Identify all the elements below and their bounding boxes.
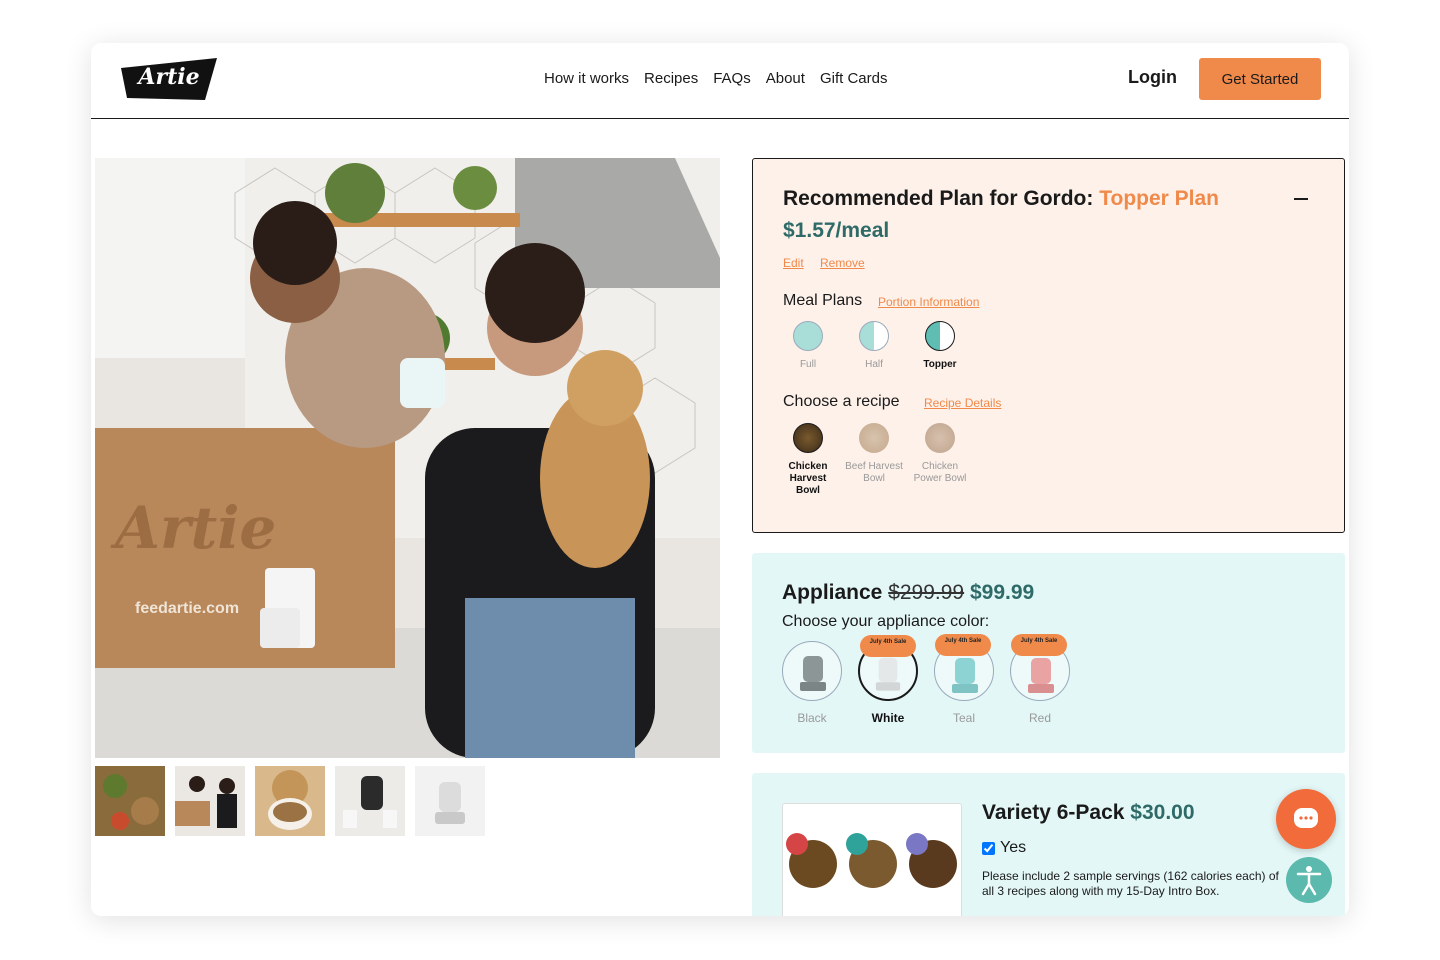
sale-badge: July 4th Sale — [860, 635, 916, 657]
meal-option-half[interactable]: Half — [849, 321, 899, 371]
variety-pack-card: Variety 6-Pack $30.00 Yes Please include… — [752, 773, 1345, 916]
variety-pack-image — [782, 803, 962, 916]
sale-badge: July 4th Sale — [935, 634, 991, 656]
meal-plans-label: Meal Plans — [783, 292, 863, 309]
chicken-harvest-icon — [793, 423, 823, 453]
variety-checkbox-label: Yes — [1000, 839, 1027, 856]
color-option-teal[interactable]: July 4th Sale Teal — [933, 634, 995, 725]
recipe-details-link[interactable]: Recipe Details — [924, 396, 1001, 410]
recommended-plan-card: Recommended Plan for Gordo: Topper Plan … — [752, 158, 1345, 533]
plan-title-accent: Topper Plan — [1099, 187, 1220, 210]
logo-text: Artie — [138, 64, 200, 90]
variety-price: $30.00 — [1130, 801, 1195, 824]
chat-icon — [1294, 808, 1318, 828]
teal-appliance-icon: July 4th Sale — [934, 634, 994, 701]
meal-option-label: Topper — [923, 359, 957, 370]
artie-logo[interactable]: Artie — [121, 58, 217, 100]
variety-description: Please include 2 sample servings (162 ca… — [982, 869, 1279, 898]
plan-title: Recommended Plan for Gordo: Topper Plan — [783, 187, 1219, 211]
variety-title: Variety 6-Pack $30.00 — [982, 801, 1195, 825]
nav-about[interactable]: About — [766, 70, 805, 87]
color-label: White — [871, 711, 905, 725]
appliance-title-text: Appliance — [782, 581, 883, 604]
beef-harvest-icon — [859, 423, 889, 453]
svg-text:feedartie.com: feedartie.com — [135, 600, 239, 617]
main-nav: How it works Recipes FAQs About Gift Car… — [544, 70, 887, 87]
thumbnail-dog-bowl[interactable] — [255, 766, 325, 836]
appliance-card: Appliance $299.99 $99.99 Choose your app… — [752, 553, 1345, 753]
login-link[interactable]: Login — [1128, 67, 1177, 88]
thumbnail-couple[interactable] — [175, 766, 245, 836]
nav-gift-cards[interactable]: Gift Cards — [820, 70, 888, 87]
thumbnail-food[interactable] — [95, 766, 165, 836]
full-plan-icon — [793, 321, 823, 351]
sale-badge: July 4th Sale — [1011, 634, 1067, 656]
recipe-option-beef-harvest[interactable]: Beef Harvest Bowl — [844, 423, 904, 485]
recipe-option-label: Chicken Power Bowl — [913, 461, 967, 484]
black-appliance-icon — [782, 641, 842, 701]
minus-icon[interactable] — [1293, 183, 1309, 214]
edit-link[interactable]: Edit — [783, 256, 804, 270]
nav-how-it-works[interactable]: How it works — [544, 70, 629, 87]
red-appliance-icon: July 4th Sale — [1010, 634, 1070, 701]
plan-price: $1.57/meal — [783, 219, 890, 242]
half-plan-icon — [859, 321, 889, 351]
thumbnail-strip — [95, 766, 485, 836]
color-label: Black — [797, 711, 827, 725]
appliance-color-prompt: Choose your appliance color: — [782, 613, 990, 630]
choose-recipe-label: Choose a recipe — [783, 393, 900, 410]
color-option-red[interactable]: July 4th Sale Red — [1009, 634, 1071, 725]
browser-window: Artie How it works Recipes FAQs About Gi… — [91, 43, 1349, 916]
nav-faqs[interactable]: FAQs — [713, 70, 751, 87]
recipe-option-label: Chicken Harvest Bowl — [788, 461, 828, 496]
svg-text:Artie: Artie — [110, 494, 276, 562]
variety-checkbox[interactable] — [982, 841, 995, 855]
site-header: Artie How it works Recipes FAQs About Gi… — [91, 43, 1349, 119]
appliance-new-price: $99.99 — [969, 581, 1035, 604]
recipe-option-label: Beef Harvest Bowl — [845, 461, 903, 484]
variety-title-text: Variety 6-Pack — [982, 801, 1125, 824]
accessibility-icon — [1296, 866, 1322, 896]
color-option-black[interactable]: Black — [781, 641, 843, 725]
topper-plan-icon — [925, 321, 955, 351]
color-label: Red — [1028, 711, 1051, 725]
variety-yes-option[interactable]: Yes — [982, 839, 1026, 857]
thumbnail-appliance[interactable] — [415, 766, 485, 836]
chicken-power-icon — [925, 423, 955, 453]
remove-link[interactable]: Remove — [820, 256, 865, 270]
appliance-title: Appliance $299.99 $99.99 — [782, 581, 1034, 605]
portion-information-link[interactable]: Portion Information — [878, 295, 979, 309]
nav-recipes[interactable]: Recipes — [644, 70, 698, 87]
hero-image: Artie feedartie.com — [95, 158, 720, 758]
recipe-option-chicken-harvest[interactable]: Chicken Harvest Bowl — [778, 423, 838, 497]
plan-title-prefix: Recommended Plan for Gordo: — [783, 187, 1094, 210]
thumbnail-appliance-cups[interactable] — [335, 766, 405, 836]
white-appliance-icon: July 4th Sale — [858, 635, 918, 701]
meal-option-label: Half — [865, 359, 883, 370]
color-label: Teal — [952, 711, 975, 725]
meal-option-label: Full — [799, 359, 817, 370]
meal-option-topper[interactable]: Topper — [915, 321, 965, 371]
accessibility-button[interactable] — [1286, 857, 1332, 903]
meal-option-full[interactable]: Full — [783, 321, 833, 371]
recipe-option-chicken-power[interactable]: Chicken Power Bowl — [910, 423, 970, 485]
appliance-old-price: $299.99 — [888, 581, 965, 604]
get-started-button[interactable]: Get Started — [1199, 58, 1321, 100]
chat-button[interactable] — [1276, 789, 1336, 849]
color-option-white[interactable]: July 4th Sale White — [857, 635, 919, 725]
